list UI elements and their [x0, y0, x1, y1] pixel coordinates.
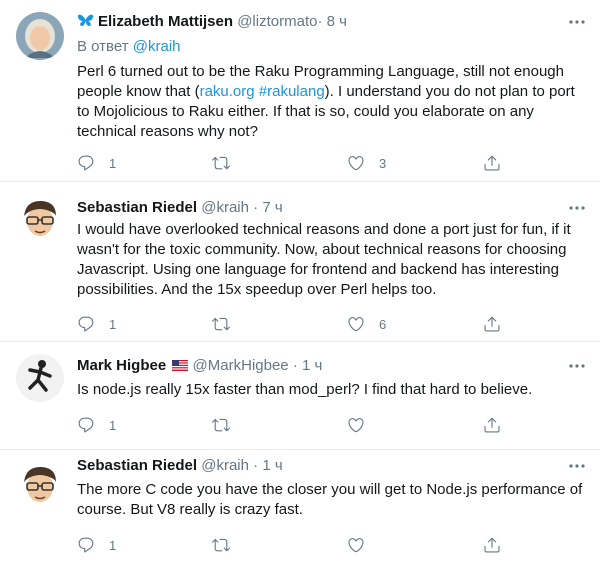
share-icon	[484, 417, 500, 433]
retweet-icon	[212, 156, 230, 170]
tweet-text-line: people know that (raku.org #rakulang). I…	[77, 83, 575, 100]
avatar[interactable]	[16, 12, 64, 60]
tweet[interactable]: Sebastian Riedel @kraih · 1 ч The more C…	[0, 450, 600, 562]
author-handle[interactable]: @kraih	[201, 457, 249, 474]
reply-button[interactable]: 1	[77, 535, 116, 555]
reply-count: 1	[109, 316, 117, 332]
share-button[interactable]	[483, 314, 501, 334]
reply-button[interactable]: 1	[77, 415, 116, 435]
author-name[interactable]: Elizabeth Mattijsen	[98, 13, 233, 30]
tweet-header: Elizabeth Mattijsen @liztormato· 8 ч	[77, 12, 586, 32]
separator-dot: ·	[253, 199, 259, 216]
share-icon	[484, 155, 500, 171]
reply-prefix: В ответ	[77, 38, 129, 55]
tweet-actions: 1	[77, 535, 507, 555]
share-icon	[484, 537, 500, 553]
tweet-actions: 1	[77, 415, 507, 435]
tweet-header: Sebastian Riedel @kraih · 1 ч	[77, 456, 586, 476]
separator-dot: ·	[292, 357, 298, 374]
more-icon[interactable]	[568, 198, 586, 218]
retweet-button[interactable]	[212, 153, 244, 173]
tweet-actions: 1 3	[77, 153, 507, 173]
hashtag-rakulang-link[interactable]: #rakulang	[259, 83, 325, 100]
separator-dot: ·	[317, 13, 323, 30]
butterfly-icon	[77, 14, 94, 26]
like-count: 6	[379, 316, 387, 332]
more-icon[interactable]	[568, 456, 586, 476]
tweet-text: The more C code you have the closer you …	[77, 481, 583, 518]
tweet-actions: 1 6	[77, 314, 507, 334]
author-name[interactable]: Sebastian Riedel	[77, 457, 197, 474]
author-handle[interactable]: @liztormato	[237, 13, 317, 30]
avatar[interactable]	[16, 194, 64, 242]
author-handle[interactable]: @MarkHigbee	[193, 357, 289, 374]
us-flag-icon	[172, 360, 189, 371]
reply-icon	[78, 316, 94, 332]
timestamp[interactable]: 1 ч	[302, 357, 322, 374]
author-name[interactable]: Sebastian Riedel	[77, 199, 197, 216]
tweet[interactable]: Elizabeth Mattijsen @liztormato· 8 ч В о…	[0, 0, 600, 182]
tweet-text-line: Perl 6 turned out to be the Raku Program…	[77, 63, 564, 80]
like-button[interactable]: 6	[347, 314, 386, 334]
tweet[interactable]: Mark Higbee @MarkHigbee · 1 ч Is node.js…	[0, 342, 600, 450]
reply-count: 1	[109, 537, 117, 553]
like-icon	[348, 156, 364, 171]
share-button[interactable]	[483, 153, 501, 173]
reply-count: 1	[109, 417, 117, 433]
raku-org-link[interactable]: raku.org	[200, 83, 255, 100]
author-handle[interactable]: @kraih	[201, 199, 249, 216]
tweet-text: Is node.js really 15x faster than mod_pe…	[77, 381, 533, 398]
tweet[interactable]: Sebastian Riedel @kraih · 7 ч I would ha…	[0, 182, 600, 342]
reply-context: В ответ @kraih	[77, 37, 181, 57]
reply-icon	[78, 537, 94, 553]
timestamp[interactable]: 7 ч	[262, 199, 282, 216]
reply-icon	[78, 417, 94, 433]
separator-dot: ·	[253, 457, 259, 474]
tweet-text-line: technical reasons why not?	[77, 123, 258, 140]
reply-button[interactable]: 1	[77, 314, 116, 334]
author-name[interactable]: Mark Higbee	[77, 357, 166, 374]
share-button[interactable]	[483, 415, 501, 435]
like-button[interactable]: 3	[347, 153, 386, 173]
timestamp[interactable]: 1 ч	[262, 457, 282, 474]
retweet-button[interactable]	[212, 415, 244, 435]
reply-mention-link[interactable]: @kraih	[133, 38, 181, 55]
like-button[interactable]	[347, 535, 379, 555]
reply-button[interactable]: 1	[77, 153, 116, 173]
retweet-icon	[212, 538, 230, 552]
more-icon[interactable]	[568, 356, 586, 376]
like-count: 3	[379, 155, 387, 171]
tweet-header: Sebastian Riedel @kraih · 7 ч	[77, 198, 586, 218]
avatar[interactable]	[16, 460, 64, 508]
like-icon	[348, 317, 364, 332]
timestamp[interactable]: 8 ч	[327, 13, 347, 30]
retweet-icon	[212, 418, 230, 432]
more-icon[interactable]	[568, 12, 586, 32]
like-icon	[348, 538, 364, 553]
tweet-text-line: to Mojolicious to Raku either. If that i…	[77, 103, 534, 120]
reply-count: 1	[109, 155, 117, 171]
share-icon	[484, 316, 500, 332]
tweet-text: Perl 6 turned out to be the Raku Program…	[77, 62, 586, 142]
share-button[interactable]	[483, 535, 501, 555]
avatar[interactable]	[16, 354, 64, 402]
tweet-header: Mark Higbee @MarkHigbee · 1 ч	[77, 356, 586, 376]
retweet-button[interactable]	[212, 314, 244, 334]
retweet-icon	[212, 317, 230, 331]
like-icon	[348, 418, 364, 433]
reply-icon	[78, 155, 94, 171]
tweet-text: I would have overlooked technical reason…	[77, 221, 571, 298]
retweet-button[interactable]	[212, 535, 244, 555]
like-button[interactable]	[347, 415, 379, 435]
